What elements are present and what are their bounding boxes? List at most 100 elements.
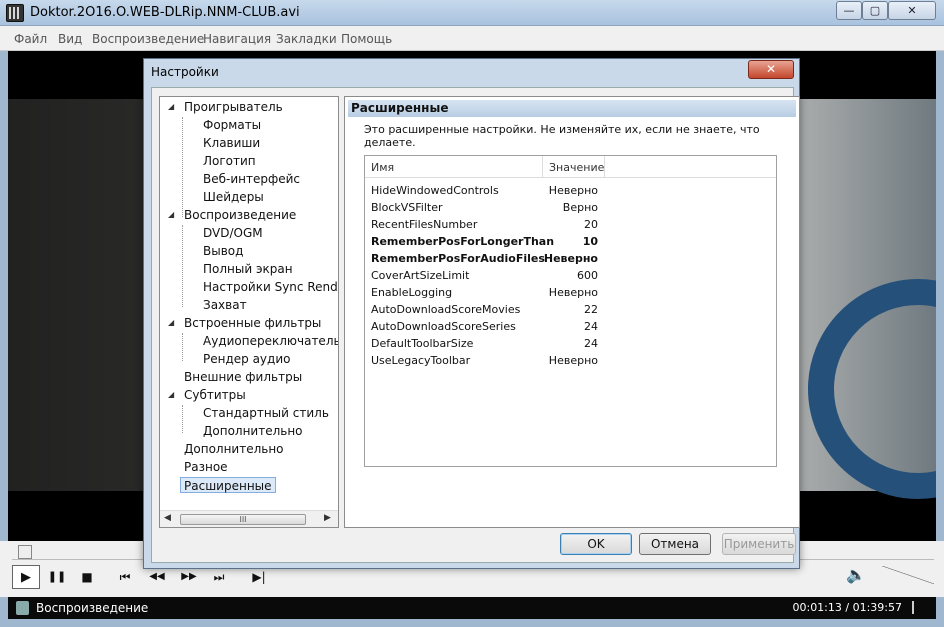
tree-item-keys[interactable]: Клавиши [203, 135, 260, 151]
setting-value: 22 [584, 303, 598, 316]
tree-item-output[interactable]: Вывод [203, 243, 243, 259]
setting-value: Верно [562, 201, 598, 214]
list-row[interactable]: DefaultToolbarSize 24 [365, 335, 776, 352]
setting-value: 24 [584, 337, 598, 350]
tree-item-external-filters[interactable]: Внешние фильтры [184, 369, 302, 385]
title-bar: Doktor.2O16.O.WEB-DLRip.NNM-CLUB.avi — ▢… [0, 0, 944, 26]
menu-file[interactable]: Файл [14, 32, 47, 46]
previous-button[interactable]: ⏮ [112, 565, 138, 589]
scroll-left-icon[interactable]: ◀ [164, 513, 171, 523]
tree-expand-icon[interactable]: ◢ [168, 390, 174, 399]
scroll-right-icon[interactable]: ▶ [324, 513, 331, 523]
tree-expand-icon[interactable]: ◢ [168, 210, 174, 219]
tree-item-internal-filters[interactable]: Встроенные фильтры [184, 315, 321, 331]
pause-button[interactable]: ❚❚ [46, 565, 68, 589]
video-steering-wheel [808, 279, 936, 499]
tree-item-misc[interactable]: Разное [184, 459, 228, 475]
tree-item-default-style[interactable]: Стандартный стиль [203, 405, 329, 421]
column-separator[interactable] [604, 156, 605, 178]
tree-guide [182, 225, 183, 307]
tree-item-web-interface[interactable]: Веб-интерфейс [203, 171, 300, 187]
setting-name: EnableLogging [371, 286, 453, 299]
play-button[interactable]: ▶ [12, 565, 40, 589]
list-row[interactable]: HideWindowedControls Неверно [365, 182, 776, 199]
tree-item-dvd-ogm[interactable]: DVD/OGM [203, 225, 263, 241]
list-row[interactable]: RememberPosForAudioFiles Неверно [365, 250, 776, 267]
tree-item-formats[interactable]: Форматы [203, 117, 261, 133]
setting-value: 10 [582, 235, 598, 248]
column-separator[interactable] [542, 156, 543, 178]
setting-name: RecentFilesNumber [371, 218, 478, 231]
tree-item-advanced[interactable]: Расширенные [180, 477, 276, 493]
setting-name: UseLegacyToolbar [371, 354, 471, 367]
apply-button[interactable]: Применить [722, 533, 796, 555]
maximize-button[interactable]: ▢ [862, 1, 888, 20]
setting-value: Неверно [548, 354, 598, 367]
tree-guide [182, 117, 183, 217]
setting-value: Неверно [548, 286, 598, 299]
minimize-button[interactable]: — [836, 1, 862, 20]
tree-expand-icon[interactable]: ◢ [168, 102, 174, 111]
dialog-body: ◢ Проигрыватель Форматы Клавиши Логотип … [151, 87, 800, 563]
tree-item-playback[interactable]: Воспроизведение [184, 207, 296, 223]
cancel-button[interactable]: Отмена [639, 533, 711, 555]
scroll-thumb[interactable]: III [180, 514, 306, 525]
tree-item-fullscreen[interactable]: Полный экран [203, 261, 293, 277]
list-row[interactable]: AutoDownloadScoreSeries 24 [365, 318, 776, 335]
volume-icon[interactable]: 🔈 [846, 565, 866, 584]
setting-name: CoverArtSizeLimit [371, 269, 470, 282]
menu-playback[interactable]: Воспроизведение [92, 32, 204, 46]
ok-button[interactable]: OK [560, 533, 632, 555]
setting-name: AutoDownloadScoreMovies [371, 303, 521, 316]
stop-button[interactable]: ■ [76, 565, 98, 589]
setting-name: DefaultToolbarSize [371, 337, 474, 350]
list-row[interactable]: RecentFilesNumber 20 [365, 216, 776, 233]
video-seat-shape [8, 99, 148, 491]
panel-heading: Расширенные [348, 100, 796, 117]
column-value-header[interactable]: Значение [549, 161, 604, 174]
tree-item-audio-switcher[interactable]: Аудиопереключатель [203, 333, 338, 349]
volume-slider[interactable] [882, 566, 934, 584]
dialog-title: Настройки [151, 65, 219, 79]
setting-name: HideWindowedControls [371, 184, 499, 197]
tree-item-additional[interactable]: Дополнительно [184, 441, 284, 457]
menu-bookmarks[interactable]: Закладки [276, 32, 337, 46]
list-header: Имя Значение [365, 156, 776, 178]
settings-panel: Расширенные Это расширенные настройки. Н… [344, 96, 800, 528]
menu-help[interactable]: Помощь [341, 32, 392, 46]
setting-name: AutoDownloadScoreSeries [371, 320, 516, 333]
panel-description: Это расширенные настройки. Не изменяйте … [364, 123, 760, 149]
setting-name: BlockVSFilter [371, 201, 443, 214]
tree-item-capture[interactable]: Захват [203, 297, 247, 313]
list-row[interactable]: CoverArtSizeLimit 600 [365, 267, 776, 284]
tree-item-logo[interactable]: Логотип [203, 153, 256, 169]
list-row[interactable]: BlockVSFilter Верно [365, 199, 776, 216]
tree-expand-icon[interactable]: ◢ [168, 318, 174, 327]
tree-guide [182, 333, 183, 361]
column-name-header[interactable]: Имя [371, 161, 394, 174]
tree-horizontal-scrollbar[interactable]: ◀ III ▶ [160, 510, 338, 527]
menu-navigation[interactable]: Навигация [203, 32, 271, 46]
tree-item-sync-render[interactable]: Настройки Sync Render [203, 279, 338, 295]
list-row[interactable]: AutoDownloadScoreMovies 22 [365, 301, 776, 318]
menu-view[interactable]: Вид [58, 32, 82, 46]
list-row[interactable]: EnableLogging Неверно [365, 284, 776, 301]
setting-value: Неверно [543, 252, 598, 265]
advanced-settings-list[interactable]: Имя Значение HideWindowedControls Неверно… [364, 155, 777, 467]
list-row[interactable]: RememberPosForLongerThan 10 [365, 233, 776, 250]
tree-item-subtitles[interactable]: Субтитры [184, 387, 246, 403]
dialog-close-button[interactable]: ✕ [748, 60, 794, 79]
setting-value: 600 [577, 269, 598, 282]
seek-thumb[interactable] [18, 545, 32, 559]
tree-item-player[interactable]: Проигрыватель [184, 99, 283, 115]
app-film-icon [6, 4, 24, 22]
close-window-button[interactable]: ✕ [888, 1, 936, 20]
settings-tree[interactable]: ◢ Проигрыватель Форматы Клавиши Логотип … [159, 96, 339, 528]
tree-item-shaders[interactable]: Шейдеры [203, 189, 264, 205]
setting-value: 24 [584, 320, 598, 333]
tree-item-audio-renderer[interactable]: Рендер аудио [203, 351, 290, 367]
setting-value: 20 [584, 218, 598, 231]
tree-item-subtitles-misc[interactable]: Дополнительно [203, 423, 303, 439]
list-row[interactable]: UseLegacyToolbar Неверно [365, 352, 776, 369]
setting-name: RememberPosForLongerThan [371, 235, 555, 248]
